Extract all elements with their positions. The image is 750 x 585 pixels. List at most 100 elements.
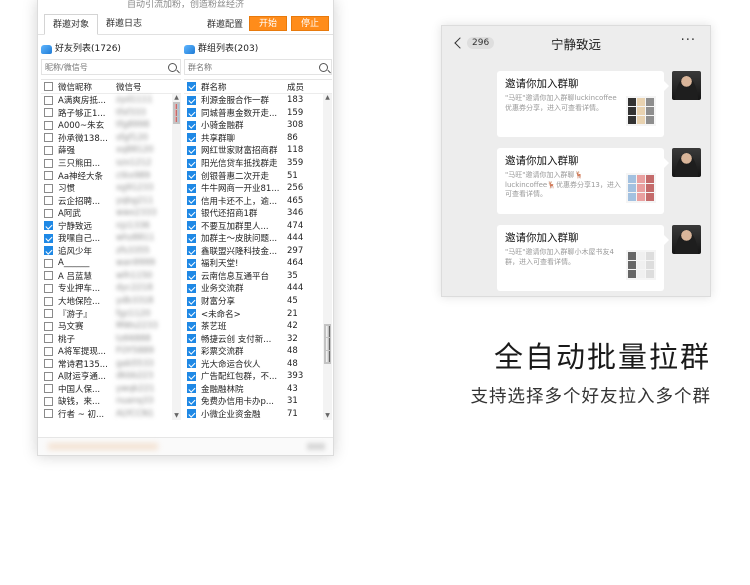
friend-checkbox[interactable] <box>44 196 53 206</box>
friend-row[interactable]: 中国人保... ywqk221 <box>41 383 181 396</box>
friend-row[interactable]: 云企招聘... yqbg211 <box>41 194 181 207</box>
friend-checkbox[interactable] <box>44 158 53 168</box>
group-checkbox[interactable] <box>187 384 196 394</box>
friend-row[interactable]: 孙承微138... sfgf120 <box>41 132 181 145</box>
friend-row[interactable]: 专业押车... dyc2218 <box>41 282 181 295</box>
stop-button[interactable]: 停止 <box>290 16 329 31</box>
group-row[interactable]: 畅捷云创 支付新... 32 <box>184 332 332 345</box>
friend-row[interactable]: 薛强 xq88120 <box>41 144 181 157</box>
group-checkbox[interactable] <box>187 283 196 293</box>
search-icon[interactable] <box>319 62 328 72</box>
group-checkbox[interactable] <box>187 133 196 143</box>
group-row[interactable]: 福利天堂! 464 <box>184 257 332 270</box>
group-row[interactable]: 小骑金融群 308 <box>184 119 332 132</box>
friend-checkbox[interactable] <box>44 133 53 143</box>
friend-checkbox[interactable] <box>44 321 53 331</box>
group-row[interactable]: 利源金服合作一群 183 <box>184 94 332 107</box>
scroll-down-arrow-icon[interactable]: ▼ <box>324 413 331 419</box>
friend-checkbox[interactable] <box>44 384 53 394</box>
back-arrow-icon[interactable] <box>454 37 466 49</box>
friend-row[interactable]: 常诗君135... gab5533 <box>41 357 181 370</box>
scroll-up-arrow-icon[interactable]: ▲ <box>324 95 331 101</box>
group-checkbox[interactable] <box>187 346 196 356</box>
more-dots-icon[interactable]: ··· <box>681 34 696 47</box>
friend-checkbox[interactable] <box>44 221 53 231</box>
search-icon[interactable] <box>168 62 177 72</box>
friend-checkbox[interactable] <box>44 309 53 319</box>
group-row[interactable]: 信用卡还不上，逾... 465 <box>184 194 332 207</box>
friend-row[interactable]: 习惯 xg91233 <box>41 182 181 195</box>
group-row[interactable]: 不要互加群里人... 474 <box>184 219 332 232</box>
group-checkbox[interactable] <box>187 221 196 231</box>
friend-search-box[interactable] <box>41 59 181 75</box>
group-search-input[interactable] <box>188 62 319 72</box>
group-checkbox[interactable] <box>187 196 196 206</box>
group-row[interactable]: 金融融林院 43 <box>184 383 332 396</box>
scroll-up-arrow-icon[interactable]: ▲ <box>173 95 180 101</box>
scroll-down-arrow-icon[interactable]: ▼ <box>173 413 180 419</box>
friend-checkbox[interactable] <box>44 258 53 268</box>
group-row[interactable]: 光大命运合伙人 48 <box>184 357 332 370</box>
friend-row[interactable]: A______ wan9999 <box>41 257 181 270</box>
start-button[interactable]: 开始 <box>248 16 287 31</box>
group-row[interactable]: 小微企业资金融 71 <box>184 408 332 421</box>
friend-checkbox[interactable] <box>44 396 53 406</box>
friend-checkbox[interactable] <box>44 145 53 155</box>
group-checkbox[interactable] <box>187 145 196 155</box>
group-checkbox[interactable] <box>187 321 196 331</box>
group-scroll-thumb[interactable] <box>324 324 331 364</box>
friend-checkbox[interactable] <box>44 359 53 369</box>
group-row[interactable]: 鑫联盟兴隆科技金... 297 <box>184 245 332 258</box>
group-row[interactable]: 牛牛网商一开业81... 256 <box>184 182 332 195</box>
friend-row[interactable]: 马文赛 MWs2233 <box>41 320 181 333</box>
friend-checkbox[interactable] <box>44 246 53 256</box>
friend-row[interactable]: 追风少年 zfs3355 <box>41 245 181 258</box>
group-checkbox[interactable] <box>187 95 196 105</box>
friend-checkbox[interactable] <box>44 95 53 105</box>
group-checkbox[interactable] <box>187 334 196 344</box>
friend-row[interactable]: A将军提现... FOY5889 <box>41 345 181 358</box>
group-checkbox[interactable] <box>187 108 196 118</box>
group-row[interactable]: 网红世家财富招商群 118 <box>184 144 332 157</box>
friend-row[interactable]: 大地保险... ydb3318 <box>41 295 181 308</box>
unread-count-badge[interactable]: 296 <box>467 37 495 49</box>
friend-checkbox[interactable] <box>44 346 53 356</box>
tab-group-invite-config[interactable]: 群邀配置 <box>207 17 243 30</box>
select-all-friends-checkbox[interactable] <box>44 82 53 91</box>
friend-row[interactable]: 三只熊田... szx1212 <box>41 157 181 170</box>
friend-row[interactable]: 我嘿自己... whz8811 <box>41 232 181 245</box>
friend-checkbox[interactable] <box>44 108 53 118</box>
group-row[interactable]: 云南信息互通平台 35 <box>184 270 332 283</box>
group-checkbox[interactable] <box>187 246 196 256</box>
friend-checkbox[interactable] <box>44 271 53 281</box>
group-row[interactable]: 免费办信用卡办p... 31 <box>184 395 332 408</box>
group-checkbox[interactable] <box>187 359 196 369</box>
group-row[interactable]: 加群主～皮肤问题... 444 <box>184 232 332 245</box>
group-checkbox[interactable] <box>187 396 196 406</box>
group-row[interactable]: 财富分享 45 <box>184 295 332 308</box>
friend-checkbox[interactable] <box>44 171 53 181</box>
friend-row[interactable]: A000~朱玄 tfg8998 <box>41 119 181 132</box>
invite-message[interactable]: 邀请你加入群聊 "马旺"邀请你加入群聊luckincoffee优惠券分享，进入可… <box>497 71 669 137</box>
group-search-box[interactable] <box>184 59 332 75</box>
friend-checkbox[interactable] <box>44 208 53 218</box>
friend-row[interactable]: Aa神经大条 ctkx989 <box>41 169 181 182</box>
friend-checkbox[interactable] <box>44 120 53 130</box>
group-checkbox[interactable] <box>187 233 196 243</box>
group-checkbox[interactable] <box>187 120 196 130</box>
group-row[interactable]: 创银普惠二次开走 51 <box>184 169 332 182</box>
friend-checkbox[interactable] <box>44 409 53 419</box>
group-row[interactable]: 茶艺班 42 <box>184 320 332 333</box>
friend-checkbox[interactable] <box>44 283 53 293</box>
friend-row[interactable]: 行者 ~ 初... ALYCCN1 <box>41 408 181 421</box>
group-checkbox[interactable] <box>187 171 196 181</box>
invite-message[interactable]: 邀请你加入群聊 "马旺"邀请你加入群聊小木屋书友4群，进入可查看详情。 <box>497 225 669 291</box>
group-row[interactable]: <未命名> 21 <box>184 307 332 320</box>
group-checkbox[interactable] <box>187 208 196 218</box>
group-row[interactable]: 同城普惠金数开走... 159 <box>184 107 332 120</box>
group-row[interactable]: 阳光信贷车抵找群走 359 <box>184 157 332 170</box>
friend-row[interactable]: 宁静致远 njz1336 <box>41 219 181 232</box>
sender-avatar[interactable] <box>672 71 701 100</box>
friend-checkbox[interactable] <box>44 296 53 306</box>
friend-row[interactable]: A阿武 wwx2333 <box>41 207 181 220</box>
